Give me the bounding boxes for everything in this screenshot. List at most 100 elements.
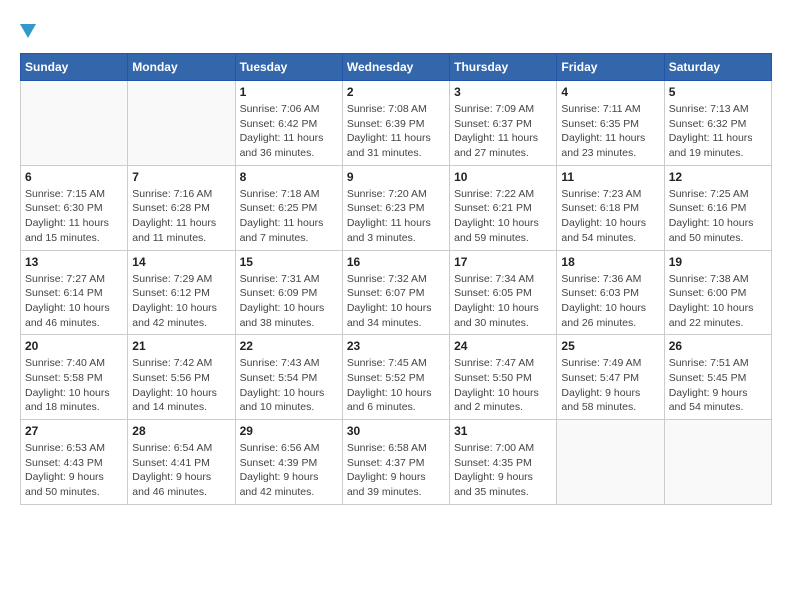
- day-number: 31: [454, 424, 552, 438]
- day-info: Sunrise: 7:08 AMSunset: 6:39 PMDaylight:…: [347, 102, 445, 161]
- calendar-cell: 21 Sunrise: 7:42 AMSunset: 5:56 PMDayligh…: [128, 335, 235, 420]
- calendar-cell: 4 Sunrise: 7:11 AMSunset: 6:35 PMDaylight…: [557, 81, 664, 166]
- day-number: 20: [25, 339, 123, 353]
- day-info: Sunrise: 7:13 AMSunset: 6:32 PMDaylight:…: [669, 102, 767, 161]
- day-number: 9: [347, 170, 445, 184]
- day-info: Sunrise: 7:18 AMSunset: 6:25 PMDaylight:…: [240, 187, 338, 246]
- calendar-cell: [557, 420, 664, 505]
- calendar-cell: 29Sunrise: 6:56 AMSunset: 4:39 PMDayligh…: [235, 420, 342, 505]
- day-info: Sunrise: 7:23 AMSunset: 6:18 PMDaylight:…: [561, 187, 659, 246]
- day-number: 30: [347, 424, 445, 438]
- calendar-cell: 6Sunrise: 7:15 AMSunset: 6:30 PMDaylight…: [21, 165, 128, 250]
- day-number: 8: [240, 170, 338, 184]
- day-info: Sunrise: 7:38 AMSunset: 6:00 PMDaylight:…: [669, 272, 767, 331]
- weekday-header-friday: Friday: [557, 54, 664, 81]
- day-number: 29: [240, 424, 338, 438]
- day-number: 2: [347, 85, 445, 99]
- day-number: 23: [347, 339, 445, 353]
- day-number: 21: [132, 339, 230, 353]
- day-info: Sunrise: 7:45 AMSunset: 5:52 PMDaylight:…: [347, 356, 445, 415]
- calendar-cell: 11Sunrise: 7:23 AMSunset: 6:18 PMDayligh…: [557, 165, 664, 250]
- day-info: Sunrise: 7:27 AMSunset: 6:14 PMDaylight:…: [25, 272, 123, 331]
- calendar-cell: 13Sunrise: 7:27 AMSunset: 6:14 PMDayligh…: [21, 250, 128, 335]
- day-info: Sunrise: 6:54 AMSunset: 4:41 PMDaylight:…: [132, 441, 230, 500]
- calendar-cell: 10 Sunrise: 7:22 AMSunset: 6:21 PMDayligh…: [450, 165, 557, 250]
- calendar-cell: 12 Sunrise: 7:25 AMSunset: 6:16 PMDayligh…: [664, 165, 771, 250]
- calendar-week-row: 20 Sunrise: 7:40 AMSunset: 5:58 PMDayligh…: [21, 335, 772, 420]
- day-number: 22: [240, 339, 338, 353]
- day-number: 12: [669, 170, 767, 184]
- weekday-header-monday: Monday: [128, 54, 235, 81]
- day-number: 4: [561, 85, 659, 99]
- day-number: 26: [669, 339, 767, 353]
- calendar-cell: 17 Sunrise: 7:34 AMSunset: 6:05 PMDayligh…: [450, 250, 557, 335]
- day-info: Sunrise: 7:11 AMSunset: 6:35 PMDaylight:…: [561, 102, 659, 161]
- day-number: 15: [240, 255, 338, 269]
- calendar-week-row: 27 Sunrise: 6:53 AMSunset: 4:43 PMDayligh…: [21, 420, 772, 505]
- day-number: 28: [132, 424, 230, 438]
- calendar-cell: 15 Sunrise: 7:31 AMSunset: 6:09 PMDayligh…: [235, 250, 342, 335]
- calendar-cell: 23 Sunrise: 7:45 AMSunset: 5:52 PMDayligh…: [342, 335, 449, 420]
- day-info: Sunrise: 7:29 AMSunset: 6:12 PMDaylight:…: [132, 272, 230, 331]
- calendar-week-row: 6Sunrise: 7:15 AMSunset: 6:30 PMDaylight…: [21, 165, 772, 250]
- logo: [20, 20, 36, 43]
- calendar-cell: 20 Sunrise: 7:40 AMSunset: 5:58 PMDayligh…: [21, 335, 128, 420]
- day-info: Sunrise: 7:42 AMSunset: 5:56 PMDaylight:…: [132, 356, 230, 415]
- calendar-cell: 1 Sunrise: 7:06 AMSunset: 6:42 PMDaylight…: [235, 81, 342, 166]
- day-number: 17: [454, 255, 552, 269]
- calendar-cell: 3Sunrise: 7:09 AMSunset: 6:37 PMDaylight…: [450, 81, 557, 166]
- day-number: 14: [132, 255, 230, 269]
- day-info: Sunrise: 7:25 AMSunset: 6:16 PMDaylight:…: [669, 187, 767, 246]
- day-number: 24: [454, 339, 552, 353]
- calendar-cell: 25 Sunrise: 7:49 AMSunset: 5:47 PMDayligh…: [557, 335, 664, 420]
- calendar-table: SundayMondayTuesdayWednesdayThursdayFrid…: [20, 53, 772, 505]
- day-number: 27: [25, 424, 123, 438]
- day-number: 7: [132, 170, 230, 184]
- day-number: 19: [669, 255, 767, 269]
- day-info: Sunrise: 6:53 AMSunset: 4:43 PMDaylight:…: [25, 441, 123, 500]
- weekday-header-wednesday: Wednesday: [342, 54, 449, 81]
- calendar-cell: 19 Sunrise: 7:38 AMSunset: 6:00 PMDayligh…: [664, 250, 771, 335]
- day-info: Sunrise: 7:49 AMSunset: 5:47 PMDaylight:…: [561, 356, 659, 415]
- calendar-cell: 24Sunrise: 7:47 AMSunset: 5:50 PMDayligh…: [450, 335, 557, 420]
- calendar-cell: [664, 420, 771, 505]
- day-info: Sunrise: 7:22 AMSunset: 6:21 PMDaylight:…: [454, 187, 552, 246]
- weekday-header-sunday: Sunday: [21, 54, 128, 81]
- weekday-header-tuesday: Tuesday: [235, 54, 342, 81]
- calendar-cell: 7 Sunrise: 7:16 AMSunset: 6:28 PMDaylight…: [128, 165, 235, 250]
- day-number: 18: [561, 255, 659, 269]
- day-info: Sunrise: 7:31 AMSunset: 6:09 PMDaylight:…: [240, 272, 338, 331]
- logo-arrow-icon: [20, 20, 36, 43]
- calendar-cell: 9 Sunrise: 7:20 AMSunset: 6:23 PMDaylight…: [342, 165, 449, 250]
- calendar-week-row: 1 Sunrise: 7:06 AMSunset: 6:42 PMDaylight…: [21, 81, 772, 166]
- calendar-cell: 30 Sunrise: 6:58 AMSunset: 4:37 PMDayligh…: [342, 420, 449, 505]
- day-info: Sunrise: 7:20 AMSunset: 6:23 PMDaylight:…: [347, 187, 445, 246]
- calendar-cell: 28 Sunrise: 6:54 AMSunset: 4:41 PMDayligh…: [128, 420, 235, 505]
- day-info: Sunrise: 7:32 AMSunset: 6:07 PMDaylight:…: [347, 272, 445, 331]
- day-info: Sunrise: 7:34 AMSunset: 6:05 PMDaylight:…: [454, 272, 552, 331]
- weekday-header-thursday: Thursday: [450, 54, 557, 81]
- weekday-header-row: SundayMondayTuesdayWednesdayThursdayFrid…: [21, 54, 772, 81]
- day-info: Sunrise: 7:40 AMSunset: 5:58 PMDaylight:…: [25, 356, 123, 415]
- day-info: Sunrise: 7:43 AMSunset: 5:54 PMDaylight:…: [240, 356, 338, 415]
- page-header: [20, 20, 772, 43]
- calendar-cell: 2 Sunrise: 7:08 AMSunset: 6:39 PMDaylight…: [342, 81, 449, 166]
- day-info: Sunrise: 6:58 AMSunset: 4:37 PMDaylight:…: [347, 441, 445, 500]
- day-number: 3: [454, 85, 552, 99]
- calendar-cell: 18Sunrise: 7:36 AMSunset: 6:03 PMDayligh…: [557, 250, 664, 335]
- day-info: Sunrise: 7:15 AMSunset: 6:30 PMDaylight:…: [25, 187, 123, 246]
- calendar-cell: 8 Sunrise: 7:18 AMSunset: 6:25 PMDaylight…: [235, 165, 342, 250]
- calendar-cell: 22 Sunrise: 7:43 AMSunset: 5:54 PMDayligh…: [235, 335, 342, 420]
- weekday-header-saturday: Saturday: [664, 54, 771, 81]
- calendar-cell: 14 Sunrise: 7:29 AMSunset: 6:12 PMDayligh…: [128, 250, 235, 335]
- day-number: 1: [240, 85, 338, 99]
- day-number: 10: [454, 170, 552, 184]
- calendar-cell: 27 Sunrise: 6:53 AMSunset: 4:43 PMDayligh…: [21, 420, 128, 505]
- day-number: 25: [561, 339, 659, 353]
- calendar-cell: 26 Sunrise: 7:51 AMSunset: 5:45 PMDayligh…: [664, 335, 771, 420]
- calendar-cell: 31Sunrise: 7:00 AMSunset: 4:35 PMDayligh…: [450, 420, 557, 505]
- day-info: Sunrise: 7:51 AMSunset: 5:45 PMDaylight:…: [669, 356, 767, 415]
- day-info: Sunrise: 7:06 AMSunset: 6:42 PMDaylight:…: [240, 102, 338, 161]
- calendar-cell: [128, 81, 235, 166]
- day-info: Sunrise: 7:16 AMSunset: 6:28 PMDaylight:…: [132, 187, 230, 246]
